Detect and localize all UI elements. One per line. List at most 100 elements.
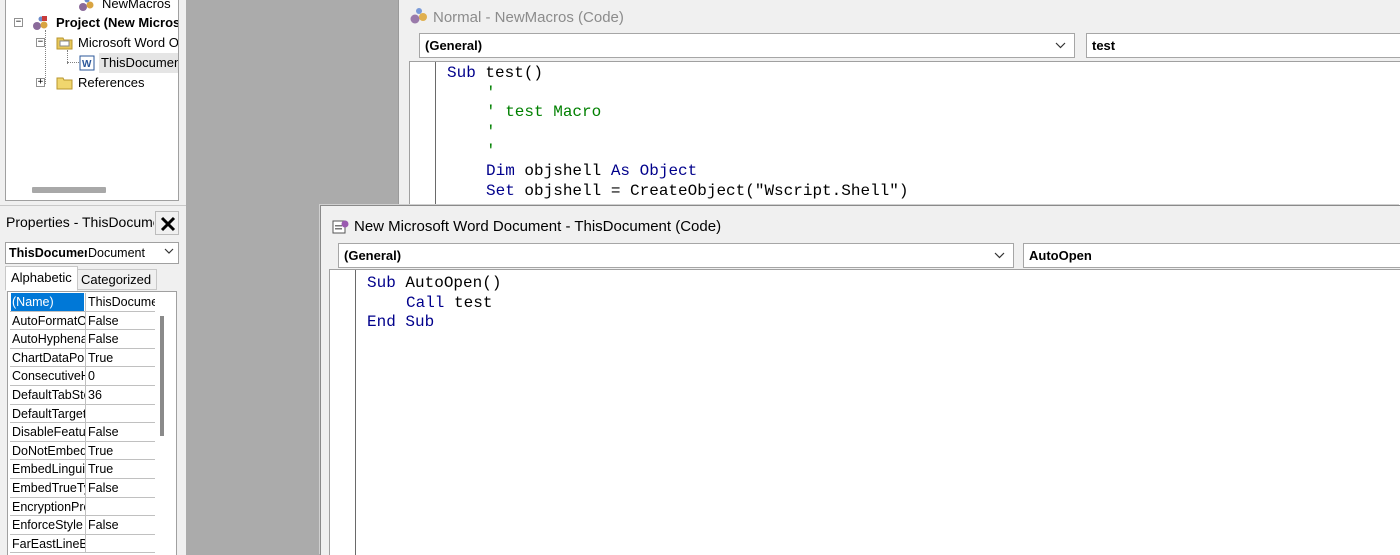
tab-categorized[interactable]: Categorized <box>75 269 158 290</box>
property-row[interactable]: EmbedLinguisticDataTrue <box>10 460 155 479</box>
property-row[interactable]: (Name)ThisDocument <box>10 293 155 312</box>
tree-item-label: NewMacros <box>102 0 171 11</box>
tree-item-newmacros[interactable]: NewMacros <box>6 0 178 14</box>
property-name: EmbedLinguisticData <box>12 462 85 477</box>
vba-module-icon <box>332 219 350 238</box>
property-value[interactable]: False <box>88 479 155 497</box>
procedure-combo[interactable]: AutoOpen <box>1023 243 1400 268</box>
procedure-combo-value: test <box>1092 38 1116 53</box>
code-editor[interactable]: Sub test() ' ' test Macro ' ' Dim objshell As… <box>409 61 1400 208</box>
margin-indicator-bar[interactable] <box>330 270 356 555</box>
property-name: EmbedTrueTypeFonts <box>12 481 85 495</box>
property-row[interactable]: ChartDataPointTrackTrue <box>10 348 155 368</box>
tab-alphabetic[interactable]: Alphabetic <box>5 266 78 291</box>
property-row[interactable]: EmbedTrueTypeFontsFalse <box>10 479 155 498</box>
property-value[interactable]: False <box>88 423 155 441</box>
code-text: objshell = CreateObject("Wscript.Shell") <box>524 181 909 200</box>
property-row[interactable]: DefaultTargetFrame <box>10 404 155 424</box>
column-divider <box>85 441 86 460</box>
code-comment: ' <box>486 142 496 161</box>
code-line[interactable]: Sub AutoOpen() <box>367 274 501 294</box>
property-row[interactable]: EncryptionProvider <box>10 497 155 517</box>
properties-title: Properties - ThisDocument <box>6 214 154 230</box>
code-line[interactable]: ' <box>486 84 496 104</box>
chevron-down-icon <box>994 252 1005 259</box>
property-name: ConsecutiveHyphensLimit <box>12 369 85 384</box>
tree-item-label: Microsoft Word Objects <box>78 35 179 50</box>
code-keyword: End Sub <box>367 313 435 332</box>
object-type: Document <box>88 246 145 260</box>
window-titlebar[interactable]: Normal - NewMacros (Code) <box>399 0 1400 32</box>
code-line[interactable]: ' <box>486 123 496 143</box>
code-line[interactable]: ' <box>486 142 496 162</box>
code-window-newmacros[interactable]: Normal - NewMacros (Code) (General) test… <box>398 0 1400 208</box>
object-combo-value: (General) <box>344 248 402 263</box>
project-tree[interactable]: NewMacros − Project (New Microsoft Word … <box>5 0 179 201</box>
code-keyword: Sub <box>367 274 406 292</box>
property-value[interactable]: False <box>88 312 155 330</box>
property-value[interactable]: True <box>88 349 155 367</box>
property-value[interactable]: False <box>88 330 155 348</box>
properties-grid: (Name)ThisDocumentAutoFormatOverrideFals… <box>7 291 177 555</box>
property-value[interactable]: ThisDocument <box>88 293 155 311</box>
property-row[interactable]: DefaultTabStop36 <box>10 386 155 405</box>
property-value[interactable]: True <box>88 460 155 478</box>
code-text: test <box>454 293 493 312</box>
column-divider <box>85 367 86 385</box>
property-row[interactable]: AutoHyphenationFalse <box>10 330 155 349</box>
expand-icon[interactable]: + <box>36 78 45 87</box>
column-divider <box>85 293 86 311</box>
code-line[interactable]: ' test Macro <box>486 103 601 123</box>
property-value[interactable]: 36 <box>88 386 155 404</box>
procedure-combo[interactable]: test <box>1086 33 1400 58</box>
chevron-down-icon <box>164 248 174 254</box>
close-button[interactable] <box>155 211 179 235</box>
code-window-thisdocument[interactable]: New Microsoft Word Document - ThisDocume… <box>320 205 1400 555</box>
code-editor[interactable]: Sub AutoOpen() Call test End Sub <box>329 269 1400 555</box>
code-line[interactable]: End Sub <box>367 313 434 333</box>
column-divider <box>85 516 86 534</box>
property-row[interactable]: EnforceStyle False <box>10 516 155 535</box>
vertical-scrollbar-thumb[interactable] <box>160 316 164 436</box>
code-line[interactable]: Sub test() <box>447 64 543 84</box>
code-keyword: Set <box>486 181 525 200</box>
folder-open-icon <box>56 36 73 50</box>
code-comment: ' test Macro <box>486 103 602 122</box>
property-name: AutoHyphenation <box>12 332 85 347</box>
window-title: New Microsoft Word Document - ThisDocume… <box>354 218 722 235</box>
tree-item-label: ThisDocument <box>99 53 178 73</box>
property-name: DefaultTargetFrame <box>12 406 85 421</box>
property-value[interactable]: True <box>88 442 155 460</box>
property-row[interactable]: FarEastLineBreakLevel <box>10 534 155 554</box>
object-dropdown[interactable]: ThisDocument Document <box>5 242 179 264</box>
object-combo[interactable]: (General) <box>419 33 1075 58</box>
code-text: objshell <box>524 162 611 180</box>
column-divider <box>85 311 86 330</box>
property-value[interactable]: False <box>88 516 155 534</box>
property-value[interactable]: 0 <box>88 367 155 385</box>
close-icon <box>160 216 176 232</box>
chevron-down-icon <box>1055 42 1066 49</box>
tree-item-word-objects[interactable]: − Microsoft Word Objects <box>6 33 179 53</box>
tree-item-references[interactable]: + References <box>6 73 178 93</box>
window-title: Normal - NewMacros (Code) <box>433 9 624 26</box>
collapse-icon[interactable]: − <box>14 18 23 27</box>
collapse-icon[interactable]: − <box>36 38 45 47</box>
procedure-combo-value: AutoOpen <box>1029 248 1092 263</box>
property-row[interactable]: DisableFeaturesFalse <box>10 423 155 442</box>
property-row[interactable]: ConsecutiveHyphensLimit0 <box>10 367 155 386</box>
margin-indicator-bar[interactable] <box>410 62 436 207</box>
window-titlebar[interactable]: New Microsoft Word Document - ThisDocume… <box>321 206 1400 242</box>
folder-icon <box>56 76 73 90</box>
code-line[interactable]: Dim objshell As Object <box>486 162 697 182</box>
object-combo[interactable]: (General) <box>338 243 1014 268</box>
vba-module-icon <box>409 7 429 28</box>
horizontal-scrollbar-thumb[interactable] <box>32 187 106 193</box>
tree-item-thisdocument[interactable]: W ThisDocument <box>6 53 178 73</box>
code-line[interactable]: Call test <box>406 294 492 314</box>
property-row[interactable]: DoNotEmbedSystemFontsTrue <box>10 441 155 461</box>
tree-item-project[interactable]: − Project (New Microsoft Word Document) <box>6 13 178 33</box>
property-row[interactable]: AutoFormatOverrideFalse <box>10 311 155 331</box>
column-divider <box>85 330 86 348</box>
code-line[interactable]: Set objshell = CreateObject("Wscript.She… <box>486 182 908 202</box>
